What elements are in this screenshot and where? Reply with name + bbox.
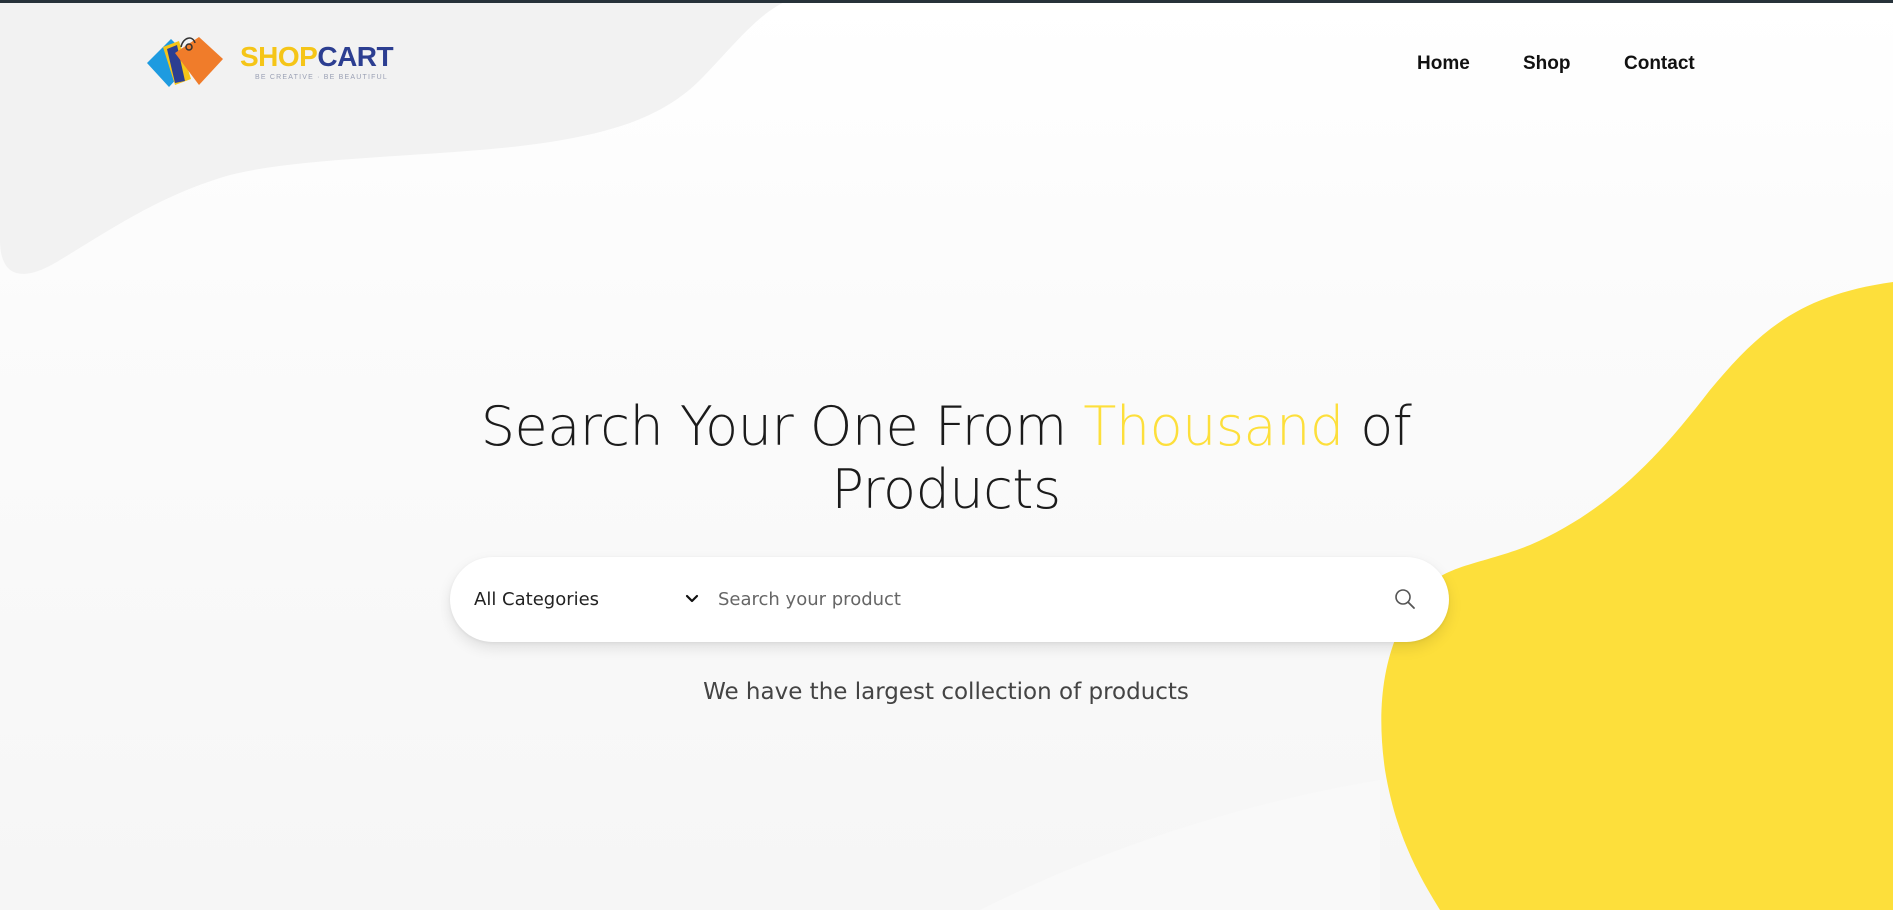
brand-logo[interactable]: SHOPCART BE CREATIVE · BE BEAUTIFUL <box>145 33 415 93</box>
hero-title-start: Search Your One From <box>480 395 1084 458</box>
search-input[interactable] <box>718 577 1368 622</box>
hero-section: Search Your One From Thousand of Product… <box>0 0 1893 910</box>
site-header: SHOPCART BE CREATIVE · BE BEAUTIFUL Home… <box>0 3 1893 121</box>
chevron-down-icon[interactable] <box>684 591 700 607</box>
brand-word-cart: CART <box>317 41 394 72</box>
search-icon <box>1395 589 1415 609</box>
nav-item-home[interactable]: Home <box>1417 53 1470 75</box>
hero-title-accent: Thousand <box>1083 395 1344 458</box>
brand-word-shop: SHOP <box>240 41 318 72</box>
nav-item-shop[interactable]: Shop <box>1523 53 1571 75</box>
category-select-value: All Categories <box>474 589 600 610</box>
shopping-tags-icon <box>147 37 223 87</box>
category-select[interactable]: All Categories <box>474 557 704 642</box>
nav-item-contact[interactable]: Contact <box>1624 53 1695 75</box>
hero-subtitle: We have the largest collection of produc… <box>703 679 1189 705</box>
product-search-bar: All Categories <box>450 557 1449 642</box>
search-button[interactable] <box>1385 579 1425 619</box>
hero-title: Search Your One From Thousand of Product… <box>446 395 1446 521</box>
brand-tagline: BE CREATIVE · BE BEAUTIFUL <box>255 74 388 81</box>
top-rule <box>0 0 1893 3</box>
brand-wordmark: SHOPCART <box>240 41 394 73</box>
